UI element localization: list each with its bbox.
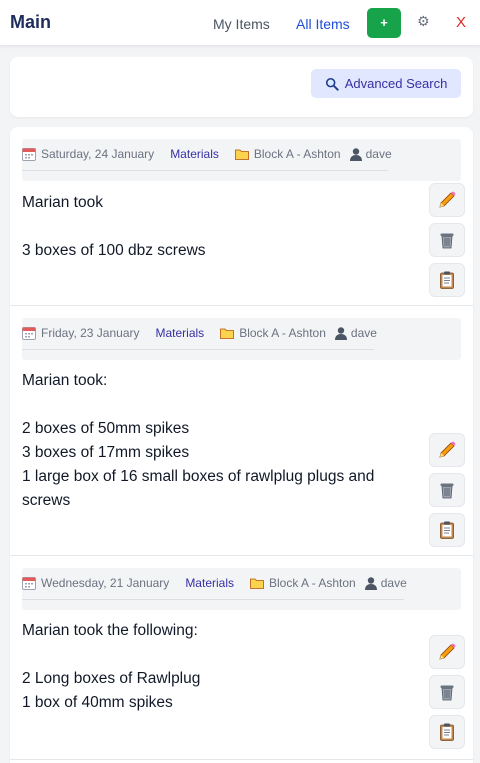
clipboard-icon <box>440 521 454 539</box>
entry-date: Wednesday, 21 January <box>41 576 170 590</box>
entry-text: Marian took: 2 boxes of 50mm spikes 3 bo… <box>22 369 422 513</box>
entry-card: Friday, 23 January Materials Block A - A… <box>10 306 473 556</box>
folder-icon <box>234 149 249 160</box>
entry-category[interactable]: Materials <box>156 326 205 340</box>
calendar-icon <box>22 577 36 590</box>
entry-location: Block A - Ashton <box>239 326 326 340</box>
pencil-icon <box>439 191 456 208</box>
entry-meta-row: Friday, 23 January Materials Block A - A… <box>22 324 377 342</box>
copy-button[interactable] <box>429 715 465 749</box>
entry-line <box>22 215 422 239</box>
entry-date: Friday, 23 January <box>41 326 140 340</box>
app-title: Main <box>10 12 52 32</box>
entry-line: 1 box of 40mm spikes <box>22 694 173 711</box>
entry-meta-row: Saturday, 24 January Materials Block A -… <box>22 145 392 163</box>
entry-line: screws <box>22 492 71 509</box>
folder-icon <box>220 328 235 339</box>
user-icon <box>364 577 377 590</box>
magnifier-icon <box>325 77 339 91</box>
entry-location: Block A - Ashton <box>253 147 341 161</box>
entry-user: dave <box>380 576 407 590</box>
entry-user: dave <box>350 326 377 340</box>
copy-button[interactable] <box>429 513 465 547</box>
entry-meta: Friday, 23 January Materials Block A - A… <box>22 318 461 360</box>
user-icon <box>349 148 362 161</box>
entry-user: dave <box>365 147 392 161</box>
entry-card: Saturday, 24 January Materials Block A -… <box>10 127 473 306</box>
meta-divider <box>22 170 388 171</box>
entry-meta: Wednesday, 21 January Materials Block A … <box>22 568 461 610</box>
clipboard-icon <box>440 271 454 289</box>
pencil-icon <box>439 643 456 660</box>
user-icon <box>334 327 347 340</box>
entry-meta-row: Wednesday, 21 January Materials Block A … <box>22 574 407 592</box>
entries-list: Saturday, 24 January Materials Block A -… <box>10 127 473 763</box>
entry-line: Marian took <box>22 194 103 211</box>
delete-button[interactable] <box>429 473 465 507</box>
advanced-search-button[interactable]: Advanced Search <box>311 69 461 98</box>
entry-date: Saturday, 24 January <box>41 147 155 161</box>
entry-line: 2 boxes of 50mm spikes <box>22 420 190 437</box>
meta-divider <box>22 599 404 600</box>
entry-line: Marian took: <box>22 372 108 389</box>
entry-text: Marian took 3 boxes of 100 dbz screws <box>22 191 422 263</box>
entry-category[interactable]: Materials <box>170 147 219 161</box>
calendar-icon <box>22 327 36 340</box>
search-panel: Advanced Search <box>10 57 473 117</box>
calendar-icon <box>22 148 36 161</box>
folder-icon <box>250 578 264 589</box>
entry-card: Wednesday, 21 January Materials Block A … <box>10 556 473 760</box>
clipboard-icon <box>440 723 454 741</box>
entry-location: Block A - Ashton <box>269 576 356 590</box>
copy-button[interactable] <box>429 263 465 297</box>
entry-line: 2 Long boxes of Rawlplug <box>22 670 201 687</box>
entry-line: 3 boxes of 17mm spikes <box>22 444 190 461</box>
gear-icon[interactable]: ⚙ <box>417 13 430 30</box>
top-bar: Main My Items All Items + ⚙ X <box>0 0 480 46</box>
edit-button[interactable] <box>429 183 465 217</box>
trash-icon <box>440 685 454 701</box>
entry-category[interactable]: Materials <box>185 576 234 590</box>
entry-line: Marian took the following: <box>22 622 198 639</box>
close-button[interactable]: X <box>456 14 466 31</box>
entry-meta: Saturday, 24 January Materials Block A -… <box>22 139 461 181</box>
trash-icon <box>440 483 454 499</box>
edit-button[interactable] <box>429 635 465 669</box>
meta-divider <box>22 349 374 350</box>
entry-text: Marian took the following: 2 Long boxes … <box>22 619 422 715</box>
delete-button[interactable] <box>429 675 465 709</box>
nav-my-items[interactable]: My Items <box>213 16 270 32</box>
edit-button[interactable] <box>429 433 465 467</box>
add-button[interactable]: + <box>367 8 401 38</box>
entry-line: 1 large box of 16 small boxes of rawlplu… <box>22 468 375 485</box>
entry-line: 3 boxes of 100 dbz screws <box>22 242 206 259</box>
pencil-icon <box>439 441 456 458</box>
entry-line <box>22 643 422 667</box>
nav-all-items[interactable]: All Items <box>296 16 350 32</box>
entry-line <box>22 393 422 417</box>
delete-button[interactable] <box>429 223 465 257</box>
advanced-search-label: Advanced Search <box>344 76 448 91</box>
trash-icon <box>440 233 454 249</box>
